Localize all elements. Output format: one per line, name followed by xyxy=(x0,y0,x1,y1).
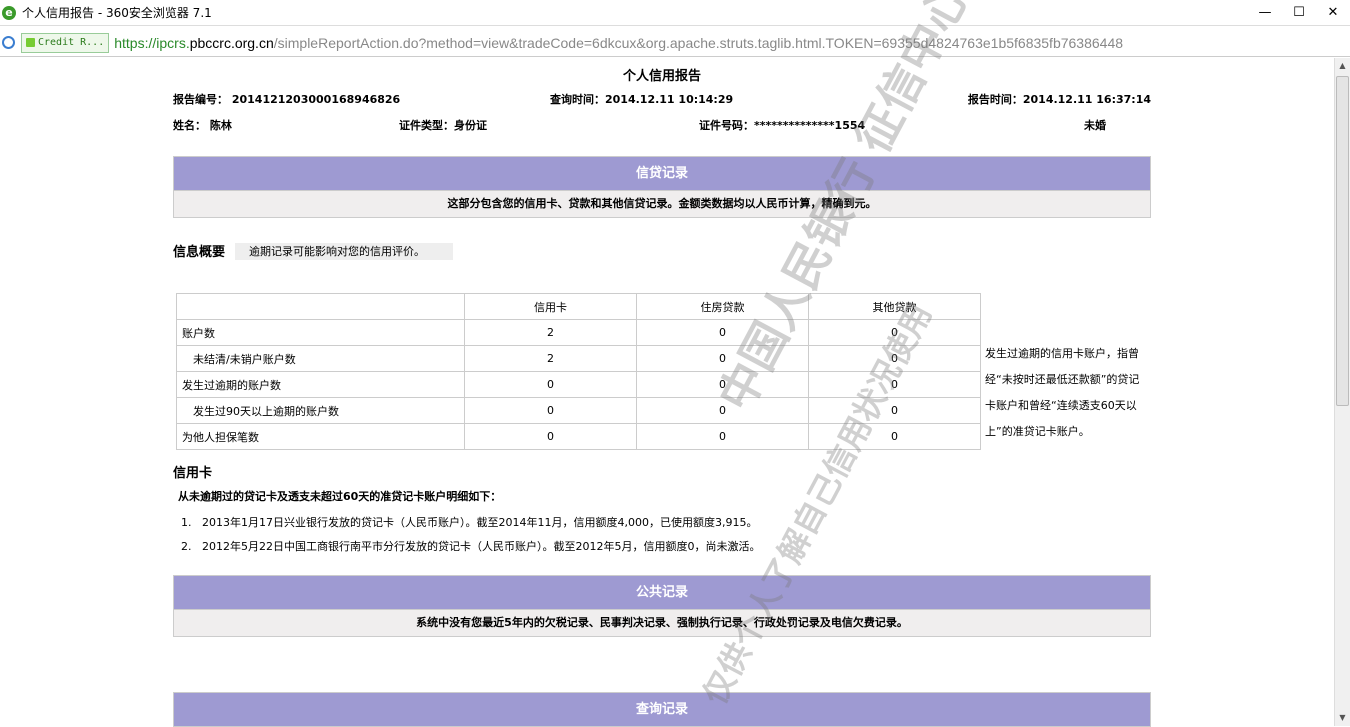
row-label: 发生过90天以上逾期的账户数 xyxy=(176,397,465,424)
id-number: 证件号码：**************1554 xyxy=(699,119,866,132)
list-item: 1. 2013年1月17日兴业银行发放的贷记卡（人民币账户）。截至2014年11月… xyxy=(181,514,757,530)
overdue-explanation: 发生过逾期的信用卡账户，指曾经“未按时还最低还款额”的贷记卡账户和曾经“连续透支… xyxy=(985,347,1140,438)
cell: 2 xyxy=(464,345,637,372)
table-header-cell: 住房贷款 xyxy=(636,293,809,320)
vertical-scrollbar[interactable]: ▲ ▼ xyxy=(1334,58,1350,726)
cell: 0 xyxy=(636,371,809,398)
table-header-cell: 其他贷款 xyxy=(808,293,981,320)
report-content: 个人信用报告 报告编号： 2014121203000168946826 查询时间… xyxy=(173,58,1151,727)
table-row: 未结清/未销户账户数 2 0 0 xyxy=(176,345,981,372)
marital-status: 未婚 xyxy=(1084,119,1106,132)
scrollbar-thumb[interactable] xyxy=(1336,76,1349,406)
row-label: 账户数 xyxy=(176,319,465,346)
overview-table: 信用卡 住房贷款 其他贷款 账户数 2 0 0 未结清/未销户账户数 2 0 0 发生过逾期… xyxy=(176,293,981,450)
browser-title-bar: e 个人信用报告 - 360安全浏览器 7.1 — ☐ ✕ xyxy=(0,0,1350,26)
report-title: 个人信用报告 xyxy=(622,69,701,84)
query-time: 查询时间：2014.12.11 10:14:29 xyxy=(550,93,734,106)
table-row: 发生过逾期的账户数 0 0 0 xyxy=(176,371,981,398)
scroll-down-icon[interactable]: ▼ xyxy=(1335,710,1350,726)
cell: 0 xyxy=(636,423,809,450)
url-input[interactable]: https://ipcrs.pbccrc.org.cn/simpleReport… xyxy=(114,35,1123,51)
cell: 0 xyxy=(808,345,981,372)
name: 姓名： 陈林 xyxy=(173,119,232,132)
table-header-cell xyxy=(176,293,465,320)
scroll-up-icon[interactable]: ▲ xyxy=(1335,58,1350,74)
public-section-desc: 系统中没有您最近5年内的欠税记录、民事判决记录、强制执行记录、行政处罚记录及电信… xyxy=(173,610,1151,637)
url-scheme: https://ipcrs. xyxy=(114,34,190,51)
list-text: 2013年1月17日兴业银行发放的贷记卡（人民币账户）。截至2014年11月，信… xyxy=(202,516,758,529)
security-badge[interactable]: Credit R... xyxy=(21,32,110,53)
credit-section-header: 信贷记录 xyxy=(173,156,1151,191)
credit-card-title: 信用卡 xyxy=(173,466,213,481)
credit-section-desc: 这部分包含您的信用卡、贷款和其他信贷记录。金额类数据均以人民币计算，精确到元。 xyxy=(173,191,1151,218)
window-title: 个人信用报告 - 360安全浏览器 7.1 xyxy=(22,6,212,20)
close-button[interactable]: ✕ xyxy=(1316,0,1350,24)
table-row: 发生过90天以上逾期的账户数 0 0 0 xyxy=(176,397,981,424)
table-row: 为他人担保笔数 0 0 0 xyxy=(176,423,981,450)
overview-title: 信息概要 xyxy=(173,245,226,260)
minimize-button[interactable]: — xyxy=(1248,0,1282,24)
list-number: 1. xyxy=(181,516,192,529)
cell: 0 xyxy=(808,319,981,346)
url-domain: pbccrc.org.cn xyxy=(189,34,274,51)
row-label: 为他人担保笔数 xyxy=(176,423,465,450)
lock-icon xyxy=(26,38,35,47)
row-label: 发生过逾期的账户数 xyxy=(176,371,465,398)
cell: 0 xyxy=(464,371,637,398)
overview-note: 逾期记录可能影响对您的信用评价。 xyxy=(235,243,453,260)
table-header-cell: 信用卡 xyxy=(464,293,637,320)
security-badge-label: Credit R... xyxy=(38,37,105,48)
list-number: 2. xyxy=(181,540,192,553)
address-bar[interactable]: Credit R... https://ipcrs.pbccrc.org.cn/… xyxy=(0,29,1350,57)
report-number: 报告编号： 2014121203000168946826 xyxy=(173,93,401,106)
cell: 0 xyxy=(636,319,809,346)
table-header-row: 信用卡 住房贷款 其他贷款 xyxy=(176,293,981,320)
cell: 2 xyxy=(464,319,637,346)
page-status-icon xyxy=(2,36,15,49)
list-item: 2. 2012年5月22日中国工商银行南平市分行发放的贷记卡（人民币账户）。截至2… xyxy=(181,538,760,554)
url-path: /simpleReportAction.do?method=view&trade… xyxy=(273,34,1124,51)
cell: 0 xyxy=(808,423,981,450)
cell: 0 xyxy=(808,397,981,424)
cell: 0 xyxy=(636,345,809,372)
credit-card-subtitle: 从未逾期过的贷记卡及透支未超过60天的准贷记卡账户明细如下： xyxy=(178,490,502,503)
public-section-header: 公共记录 xyxy=(173,575,1151,610)
table-row: 账户数 2 0 0 xyxy=(176,319,981,346)
maximize-button[interactable]: ☐ xyxy=(1282,0,1316,24)
id-type: 证件类型：身份证 xyxy=(399,119,487,132)
query-section-header: 查询记录 xyxy=(173,692,1151,727)
browser-logo-icon: e xyxy=(2,5,16,20)
row-label: 未结清/未销户账户数 xyxy=(176,345,465,372)
cell: 0 xyxy=(464,397,637,424)
list-text: 2012年5月22日中国工商银行南平市分行发放的贷记卡（人民币账户）。截至201… xyxy=(202,540,761,553)
report-time: 报告时间：2014.12.11 16:37:14 xyxy=(967,93,1151,106)
cell: 0 xyxy=(636,397,809,424)
cell: 0 xyxy=(808,371,981,398)
cell: 0 xyxy=(464,423,637,450)
